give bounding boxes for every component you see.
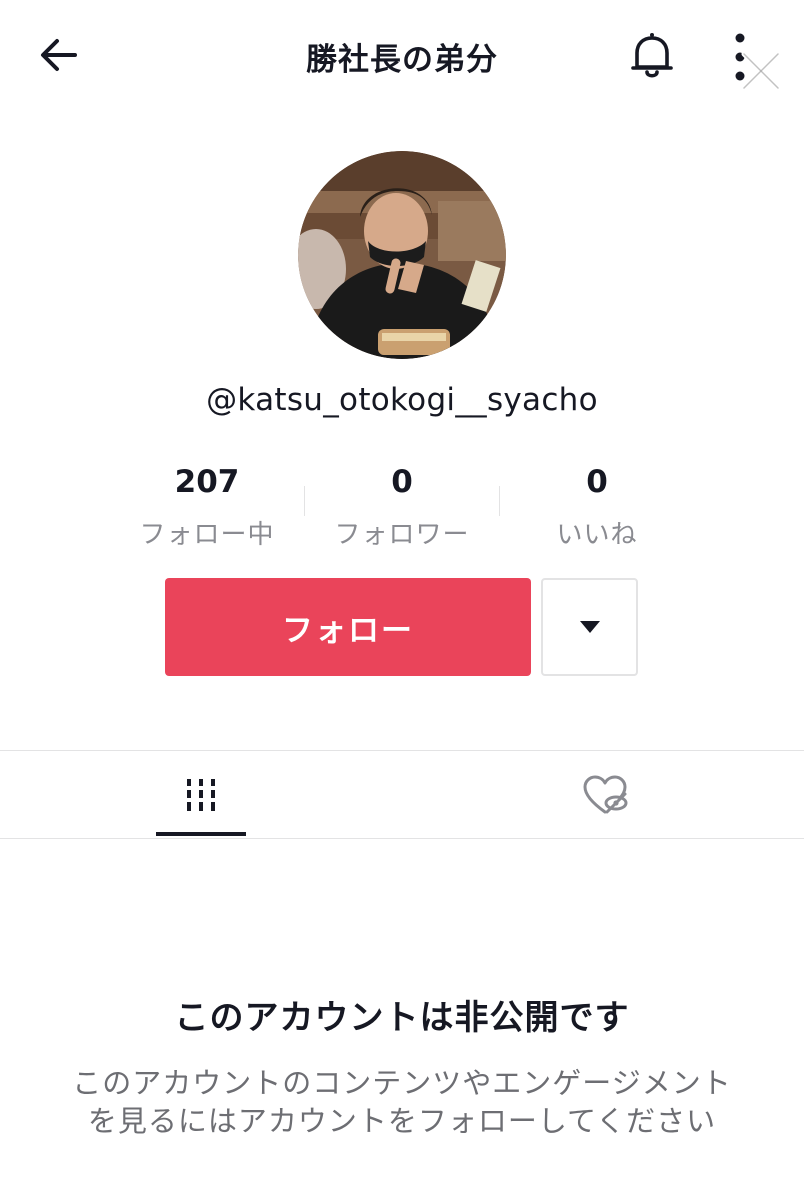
following-count: 207 bbox=[174, 464, 240, 500]
stat-likes[interactable]: 0 いいね bbox=[502, 462, 692, 551]
tab-videos[interactable] bbox=[156, 752, 246, 838]
page-title: 勝社長の弟分 bbox=[306, 42, 498, 78]
private-desc-line-1: このアカウントのコンテンツやエンゲージメント bbox=[72, 1066, 732, 1100]
avatar-image bbox=[298, 151, 506, 359]
tab-liked[interactable] bbox=[560, 752, 650, 838]
likes-label: いいね bbox=[556, 520, 638, 550]
following-label: フォロー中 bbox=[139, 520, 275, 550]
tab-selected-indicator bbox=[156, 832, 246, 836]
stats-row: 207 フォロー中 0 フォロワー 0 いいね bbox=[0, 462, 804, 552]
bell-icon bbox=[631, 33, 673, 78]
grid-bars-icon bbox=[187, 779, 215, 811]
stat-followers[interactable]: 0 フォロワー bbox=[307, 462, 497, 551]
triangle-down-icon bbox=[579, 621, 600, 633]
stat-divider bbox=[499, 486, 500, 516]
close-button[interactable] bbox=[738, 48, 784, 94]
follow-button[interactable]: フォロー bbox=[165, 578, 531, 676]
private-desc-line-2: を見るにはアカウントをフォローしてください bbox=[87, 1104, 717, 1138]
divider bbox=[0, 838, 804, 839]
heart-hidden-icon bbox=[583, 775, 628, 814]
stat-divider bbox=[304, 486, 305, 516]
private-account-description: このアカウントのコンテンツやエンゲージメント を見るにはアカウントをフォローして… bbox=[40, 1064, 764, 1140]
likes-count: 0 bbox=[586, 464, 608, 500]
top-bar: 勝社長の弟分 bbox=[0, 0, 804, 110]
followers-count: 0 bbox=[391, 464, 413, 500]
suggested-accounts-button[interactable] bbox=[541, 578, 638, 676]
avatar[interactable] bbox=[298, 151, 506, 359]
private-account-title: このアカウントは非公開です bbox=[174, 998, 630, 1038]
username: @katsu_otokogi__syacho bbox=[206, 382, 598, 418]
close-icon bbox=[741, 51, 781, 91]
notification-button[interactable] bbox=[626, 30, 678, 82]
divider bbox=[0, 750, 804, 751]
followers-label: フォロワー bbox=[334, 520, 470, 550]
profile-page: 勝社長の弟分 @katsu_otokogi__syacho 207 フォロー中 … bbox=[0, 0, 804, 1200]
stat-following[interactable]: 207 フォロー中 bbox=[112, 462, 302, 551]
